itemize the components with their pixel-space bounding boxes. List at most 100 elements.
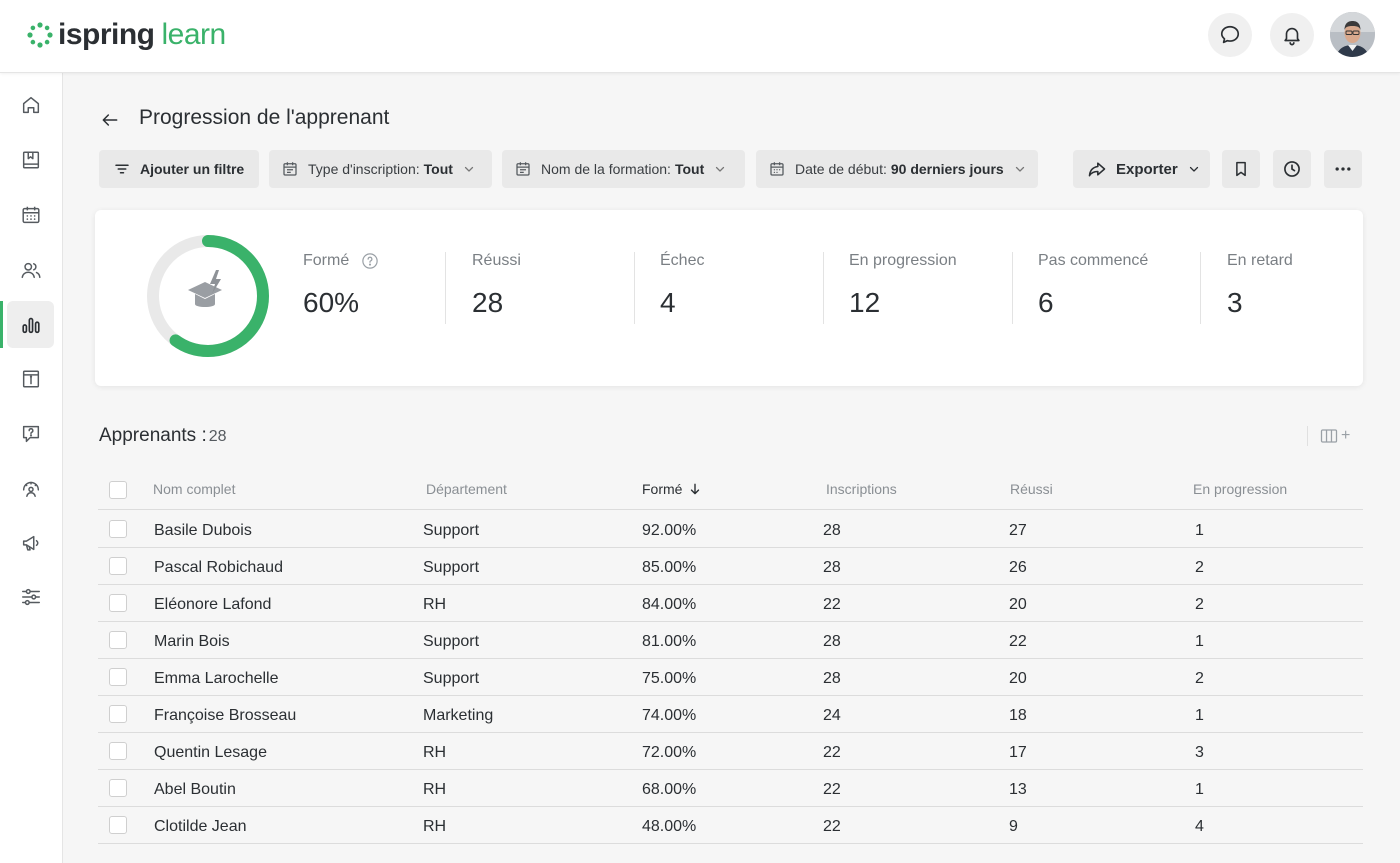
course-name-value: Tout xyxy=(674,161,705,177)
arrow-left-icon xyxy=(102,114,118,126)
share-arrow-icon xyxy=(1088,162,1106,177)
row-checkbox[interactable] xyxy=(109,705,127,723)
cell-in-progress: 2 xyxy=(1195,670,1204,687)
stat-divider xyxy=(1012,252,1013,324)
row-checkbox[interactable] xyxy=(109,742,127,760)
cell-name[interactable]: Abel Boutin xyxy=(154,781,236,799)
cell-department: RH xyxy=(423,596,447,613)
row-checkbox[interactable] xyxy=(109,779,127,797)
table-row[interactable]: Quentin Lesage RH 72.00% 22 17 3 xyxy=(98,733,1363,770)
row-checkbox[interactable] xyxy=(109,557,127,575)
cell-passed: 22 xyxy=(1009,633,1027,650)
user-avatar[interactable] xyxy=(1330,12,1375,57)
stat-failed: Échec 4 xyxy=(660,252,704,319)
sidebar-item-performance[interactable] xyxy=(7,464,54,511)
column-header-trained-label: Formé xyxy=(642,481,683,497)
cell-enrollments: 28 xyxy=(823,559,841,576)
stat-trained: Formé 60% xyxy=(303,252,379,319)
start-date-filter[interactable]: Date de début: 90 derniers jours xyxy=(756,150,1038,188)
stat-divider xyxy=(823,252,824,324)
table-row[interactable]: Abel Boutin RH 68.00% 22 13 1 xyxy=(98,770,1363,807)
filter-icon xyxy=(115,164,129,174)
cell-enrollments: 22 xyxy=(823,818,841,835)
row-checkbox[interactable] xyxy=(109,631,127,649)
stat-failed-label: Échec xyxy=(660,252,705,269)
table-row[interactable]: Marin Bois Support 81.00% 28 22 1 xyxy=(98,622,1363,659)
more-options-button[interactable] xyxy=(1324,150,1362,188)
calendar-icon xyxy=(516,162,530,176)
course-name-filter[interactable]: Nom de la formation: Tout xyxy=(502,150,745,188)
select-all-checkbox[interactable] xyxy=(109,481,127,499)
start-date-value: 90 derniers jours xyxy=(890,161,1004,177)
cell-enrollments: 22 xyxy=(823,781,841,798)
stat-not-started-label: Pas commencé xyxy=(1038,252,1149,269)
stat-divider xyxy=(1200,252,1201,324)
sidebar xyxy=(0,73,63,863)
sidebar-item-questions[interactable] xyxy=(7,410,54,457)
row-checkbox[interactable] xyxy=(109,520,127,538)
table-row[interactable]: Pascal Robichaud Support 85.00% 28 26 2 xyxy=(98,548,1363,585)
export-button[interactable]: Exporter xyxy=(1073,150,1210,188)
logo-mark-icon xyxy=(27,22,53,48)
arrow-down-icon xyxy=(691,483,700,495)
cell-name[interactable]: Marin Bois xyxy=(154,633,230,651)
more-horizontal-icon xyxy=(1335,167,1351,171)
column-header-trained[interactable]: Formé xyxy=(642,481,702,497)
cell-name[interactable]: Basile Dubois xyxy=(154,522,252,540)
sidebar-item-home[interactable] xyxy=(7,81,54,128)
cell-in-progress: 1 xyxy=(1195,522,1204,539)
cell-name[interactable]: Quentin Lesage xyxy=(154,744,267,762)
chevron-down-icon xyxy=(1189,166,1198,172)
cell-name[interactable]: Françoise Brosseau xyxy=(154,707,296,725)
cell-department: Support xyxy=(423,559,480,576)
ispring-learn-logo[interactable]: ispring learn xyxy=(26,16,226,54)
learners-count: 28 xyxy=(208,428,227,445)
row-checkbox[interactable] xyxy=(109,816,127,834)
enrollment-type-filter[interactable]: Type d'inscription: Tout xyxy=(269,150,492,188)
sidebar-item-catalog[interactable] xyxy=(7,136,54,183)
help-circle-icon[interactable] xyxy=(361,252,379,270)
chevron-down-icon xyxy=(1015,166,1024,172)
column-header-department[interactable]: Département xyxy=(426,481,507,497)
add-filter-button[interactable]: Ajouter un filtre xyxy=(99,150,259,188)
table-row[interactable]: Clotilde Jean RH 48.00% 22 9 4 xyxy=(98,807,1363,844)
row-checkbox[interactable] xyxy=(109,594,127,612)
chat-button[interactable] xyxy=(1208,13,1252,57)
page-title: Progression de l'apprenant xyxy=(139,106,390,129)
cell-name[interactable]: Pascal Robichaud xyxy=(154,559,283,577)
export-label: Exporter xyxy=(1116,160,1178,178)
sidebar-item-reports[interactable] xyxy=(0,301,54,348)
table-row[interactable]: Emma Larochelle Support 75.00% 28 20 2 xyxy=(98,659,1363,696)
gauge-person-icon xyxy=(22,481,39,497)
cell-trained: 81.00% xyxy=(642,633,697,650)
cell-name[interactable]: Eléonore Lafond xyxy=(154,596,271,614)
chevron-down-icon xyxy=(716,166,725,172)
cell-enrollments: 28 xyxy=(823,633,841,650)
sidebar-item-info[interactable] xyxy=(7,355,54,402)
sidebar-item-settings[interactable] xyxy=(7,573,54,620)
table-row[interactable]: Eléonore Lafond RH 84.00% 22 20 2 xyxy=(98,585,1363,622)
cell-in-progress: 4 xyxy=(1195,818,1204,835)
column-header-in-progress[interactable]: En progression xyxy=(1193,481,1287,497)
calendar-icon xyxy=(21,206,40,223)
sidebar-item-announcements[interactable] xyxy=(7,519,54,566)
table-row[interactable]: Françoise Brosseau Marketing 74.00% 24 1… xyxy=(98,696,1363,733)
cell-name[interactable]: Emma Larochelle xyxy=(154,670,279,688)
column-header-passed[interactable]: Réussi xyxy=(1010,481,1053,497)
bookmark-button[interactable] xyxy=(1222,150,1260,188)
notifications-button[interactable] xyxy=(1270,13,1314,57)
sidebar-item-calendar[interactable] xyxy=(7,191,54,238)
column-header-name[interactable]: Nom complet xyxy=(153,481,235,497)
cell-passed: 26 xyxy=(1009,559,1027,576)
add-column-button[interactable]: + xyxy=(1307,426,1359,446)
cell-name[interactable]: Clotilde Jean xyxy=(154,818,247,836)
history-button[interactable] xyxy=(1273,150,1311,188)
learners-heading-label: Apprenants : xyxy=(99,425,207,446)
table-row[interactable]: Basile Dubois Support 92.00% 28 27 1 xyxy=(98,511,1363,548)
brand-name-learn: learn xyxy=(161,18,227,51)
row-checkbox[interactable] xyxy=(109,668,127,686)
sidebar-item-users[interactable] xyxy=(7,246,54,293)
add-filter-label: Ajouter un filtre xyxy=(140,161,245,177)
column-header-enrollments[interactable]: Inscriptions xyxy=(826,481,897,497)
back-button[interactable] xyxy=(98,108,122,132)
